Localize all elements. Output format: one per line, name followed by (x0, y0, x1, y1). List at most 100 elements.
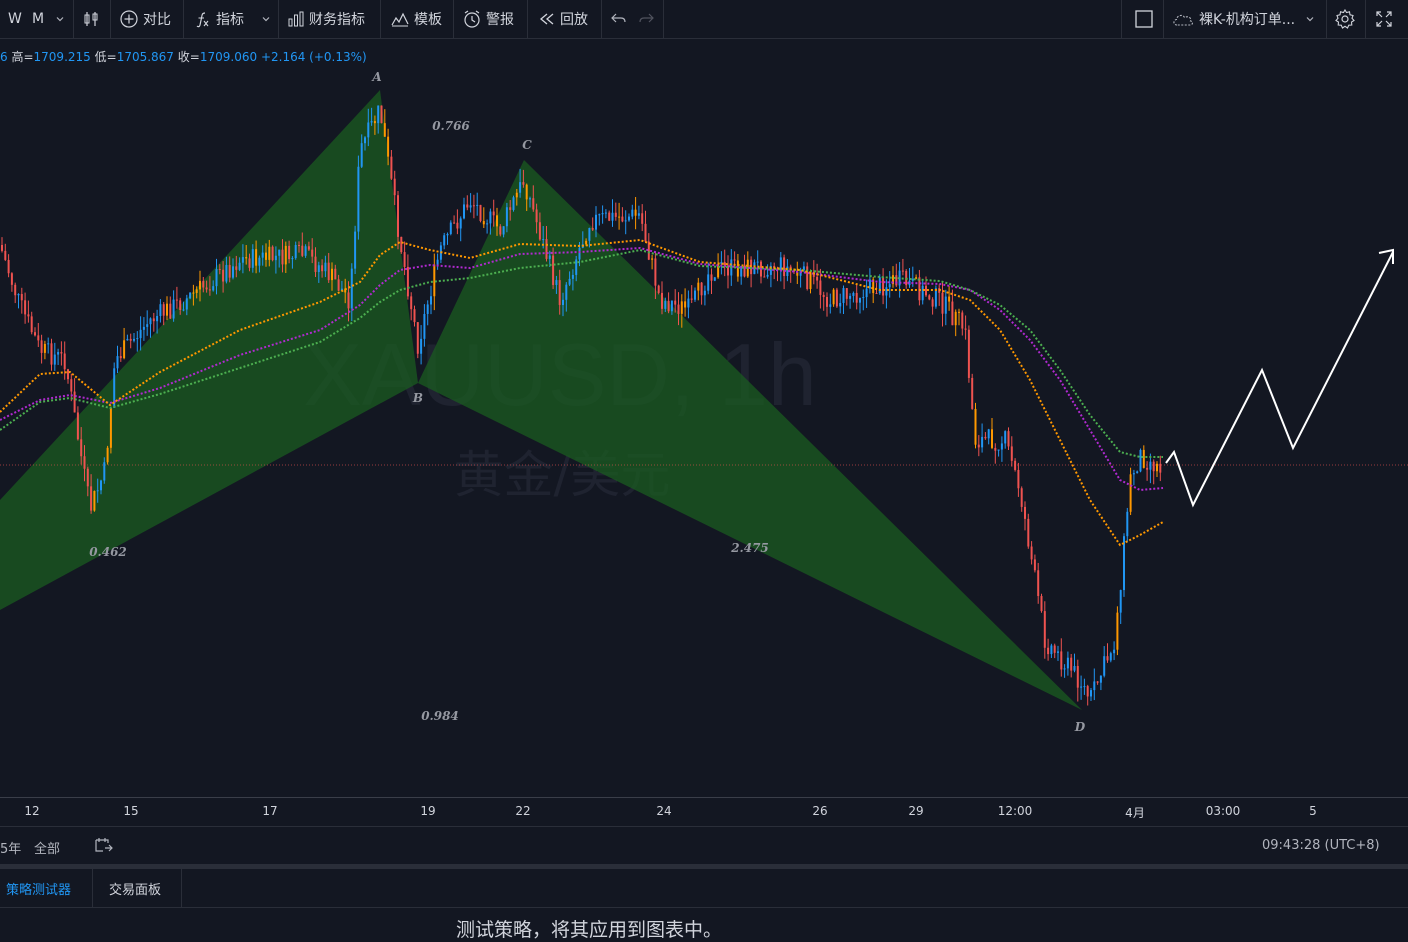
candle-body (235, 266, 238, 270)
candle-body (1159, 463, 1162, 473)
candle-body (202, 280, 205, 288)
candle-body (697, 282, 700, 291)
toolbar-separator (663, 0, 664, 38)
candle-body (76, 412, 79, 440)
financials-button[interactable]: 财务指标 (287, 0, 365, 38)
candle-body (624, 220, 627, 222)
candle-body (677, 304, 680, 314)
templates-button[interactable]: 模板 (390, 0, 442, 38)
candle-body (987, 429, 990, 439)
candle-body (350, 268, 353, 309)
clock-readout[interactable]: 09:43:28 (UTC+8) (1262, 838, 1380, 853)
candle-body (512, 197, 515, 210)
fullscreen-button[interactable] (1375, 0, 1393, 38)
candle-body (505, 207, 508, 227)
candle-body (994, 447, 997, 451)
time-axis[interactable]: 12 15 17 19 22 24 26 29 12:00 4月 03:00 5 (0, 797, 1408, 826)
ohlc-legend: 6 高=1709.215 低=1705.867 收=1709.060 +2.16… (0, 48, 367, 65)
candle-body (43, 343, 46, 353)
candle-body (449, 222, 452, 234)
tab-trading-panel[interactable]: 交易面板 (109, 869, 161, 907)
candle-body (482, 221, 485, 225)
toolbar-separator (1163, 0, 1164, 38)
interval-m-button[interactable]: M (32, 0, 44, 38)
candle-body (661, 292, 663, 309)
candle-body (373, 121, 376, 124)
candle-body (469, 205, 472, 208)
candle-body (977, 444, 980, 448)
indicators-dropdown-button[interactable] (261, 0, 271, 38)
template-icon (391, 12, 409, 27)
compare-button[interactable]: 对比 (119, 0, 171, 38)
candle-body (1136, 471, 1139, 474)
price-chart[interactable]: XAUUSD, 1h 黄金/美元 A B C D 0.766 0.462 2.4… (0, 39, 1408, 797)
range-5y-button[interactable]: 5年 (0, 838, 21, 857)
interval-w-button[interactable]: W (8, 0, 22, 38)
replay-button[interactable]: 回放 (538, 0, 588, 38)
candle-body (707, 274, 710, 291)
candle-body (222, 269, 225, 282)
candle-body (331, 268, 333, 281)
candle-body (664, 300, 667, 309)
candle-body (562, 299, 564, 305)
layout-button[interactable] (1134, 0, 1154, 38)
candle-body (842, 288, 845, 303)
date-range-button[interactable] (94, 837, 114, 857)
candle-body (96, 490, 99, 492)
candle-body (733, 259, 736, 261)
candle-body (265, 252, 267, 260)
candle-body (149, 318, 152, 325)
calendar-go-icon (95, 838, 113, 852)
candle-body (1093, 681, 1096, 691)
ohlc-high-label: 高= (11, 50, 34, 64)
ohlc-close-label: 收= (177, 50, 200, 64)
candle-body (849, 295, 852, 299)
candle-body (63, 353, 66, 370)
square-icon (1135, 10, 1153, 28)
candle-body (182, 309, 185, 311)
undo-icon (611, 13, 626, 23)
candle-body (268, 246, 271, 260)
candle-body (1086, 686, 1089, 697)
script-selector-button[interactable]: 裸K-机构订单... (1171, 0, 1319, 38)
candle-body (397, 195, 399, 237)
candle-body (50, 343, 53, 365)
bottom-panel-tabs: 策略测试器 交易面板 (0, 869, 1408, 908)
range-all-button[interactable]: 全部 (34, 838, 60, 857)
toolbar-separator (110, 0, 111, 38)
candle-body (225, 264, 228, 282)
rewind-icon (539, 13, 554, 25)
candle-body (1149, 461, 1152, 470)
candle-body (327, 262, 330, 281)
candle-body (420, 338, 423, 354)
redo-button[interactable] (637, 0, 655, 38)
interval-dropdown-button[interactable] (55, 0, 65, 38)
settings-button[interactable] (1334, 0, 1356, 38)
candle-body (357, 166, 360, 232)
candle-body (238, 262, 241, 270)
ratio-label-xd: 0.984 (421, 709, 459, 723)
undo-button[interactable] (610, 0, 628, 38)
candle-body (783, 257, 786, 277)
candle-body (337, 279, 340, 291)
candle-body (304, 246, 307, 256)
chart-type-button[interactable] (82, 0, 100, 38)
candle-body (756, 261, 759, 263)
candle-body (621, 216, 624, 222)
indicators-button[interactable]: 指标 (194, 0, 244, 38)
candle-body (212, 286, 215, 291)
function-icon (196, 12, 209, 28)
candle-body (70, 379, 73, 392)
candle-body (680, 301, 683, 314)
fullscreen-icon (1376, 11, 1392, 27)
candle-body (552, 255, 555, 285)
templates-label: 模板 (414, 12, 442, 28)
projection-path (1165, 251, 1394, 508)
candle-body (1126, 511, 1129, 537)
candle-body (53, 354, 56, 365)
time-tick: 4月 (1125, 806, 1145, 820)
candle-body (426, 304, 429, 314)
plus-circle-icon (120, 10, 138, 28)
alert-button[interactable]: 警报 (462, 0, 514, 38)
tab-strategy-tester[interactable]: 策略测试器 (6, 869, 71, 907)
